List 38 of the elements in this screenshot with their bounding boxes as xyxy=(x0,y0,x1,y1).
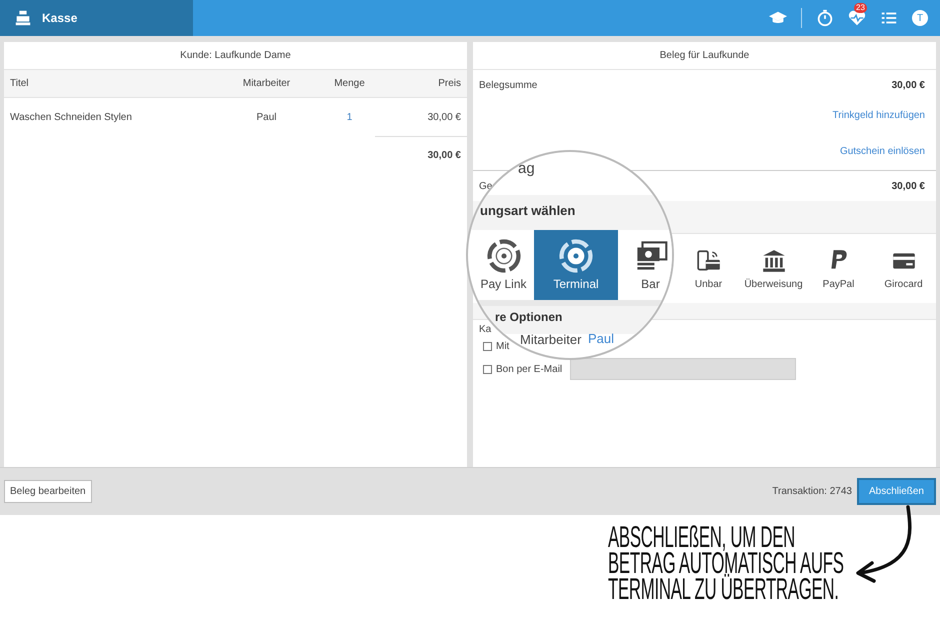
payment-method-tile[interactable]: Terminal xyxy=(534,230,618,300)
section-title: ungsart wählen xyxy=(480,203,576,218)
column-header: Titel xyxy=(9,78,30,89)
phone-card-icon xyxy=(696,248,722,274)
column-header: Preis xyxy=(437,78,462,89)
swirl-logo-icon xyxy=(559,239,593,273)
checkbox[interactable] xyxy=(483,342,492,351)
swirl-logo-icon xyxy=(486,239,520,273)
column-header: Mitarbeiter xyxy=(242,78,292,89)
table-cell-text: Waschen Schneiden Stylen xyxy=(9,112,133,122)
transaction-number: Transaktion: 2743 xyxy=(772,486,852,497)
option-label: Mit xyxy=(496,341,510,352)
total-amount: 30,00 € xyxy=(428,150,461,161)
table-cell-text: 30,00 € xyxy=(426,112,462,122)
cash-register-icon xyxy=(14,9,32,27)
section-title: re Optionen xyxy=(495,310,562,324)
annotation-text: ABSCHLIEßEN, UM DEN BETRAG AUTOMATISCH AUFS TERMINAL ZU ÜBERTRAGEN. xyxy=(608,525,845,603)
stopwatch-icon[interactable] xyxy=(816,9,834,27)
notification-badge: 23 xyxy=(854,3,867,13)
panel-title: Beleg für Laufkunde xyxy=(473,42,936,70)
option-label: Bon per E-Mail xyxy=(496,364,562,374)
tip-link[interactable]: Trinkgeld hinzufügen xyxy=(832,110,925,121)
voucher-link[interactable]: Gutschein einlösen xyxy=(840,146,925,157)
bank-icon xyxy=(760,248,786,274)
table-cell-text: Paul xyxy=(255,112,278,122)
sum-amount: 30,00 € xyxy=(892,80,925,90)
options-label: Ka xyxy=(479,324,492,335)
magnified-text: ag xyxy=(518,160,535,177)
option-label: Mitarbeiter xyxy=(520,332,582,347)
edit-receipt-button[interactable]: Beleg bearbeiten xyxy=(4,480,92,503)
sum-label: Belegsumme xyxy=(479,80,538,90)
checkbox[interactable] xyxy=(483,364,492,374)
staff-name: Paul xyxy=(588,331,614,346)
total-amount: 30,00 € xyxy=(892,180,925,192)
column-header: Menge xyxy=(333,78,366,89)
email-field[interactable] xyxy=(570,358,796,380)
table-cell-text: 1 xyxy=(346,112,354,122)
module-title: Kasse xyxy=(42,11,78,25)
